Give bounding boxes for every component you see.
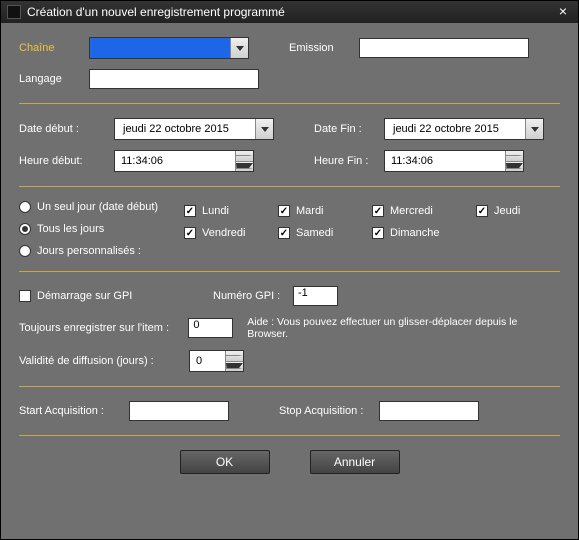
spin-down-button[interactable]	[225, 362, 243, 372]
langage-input[interactable]	[89, 69, 259, 89]
date-debut-label: Date début :	[19, 123, 114, 135]
close-button[interactable]: ×	[554, 4, 572, 20]
date-fin-label: Date Fin :	[314, 123, 384, 135]
radio-custom-label: Jours personnalisés :	[37, 245, 141, 257]
heure-fin-label: Heure Fin :	[314, 155, 384, 167]
heure-debut-spinner[interactable]: 11:34:06	[114, 150, 254, 172]
spin-up-button[interactable]	[225, 351, 243, 362]
gpi-num-label: Numéro GPI :	[213, 290, 293, 302]
check-samedi[interactable]: Samedi	[278, 227, 348, 239]
date-debut-picker[interactable]: jeudi 22 octobre 2015	[114, 118, 274, 140]
validity-label: Validité de diffusion (jours) :	[19, 355, 189, 367]
chevron-down-icon	[261, 127, 269, 132]
titlebar: Création d'un nouvel enregistrement prog…	[1, 1, 578, 23]
chaine-combo[interactable]	[89, 37, 249, 59]
divider-3	[19, 271, 560, 272]
spin-down-button[interactable]	[235, 162, 253, 172]
radio-every-day[interactable]: Tous les jours	[19, 223, 170, 235]
ok-button[interactable]: OK	[180, 450, 270, 474]
stop-acq-input[interactable]	[379, 401, 479, 421]
date-debut-button[interactable]	[255, 119, 273, 139]
stop-acq-label: Stop Acquisition :	[279, 405, 379, 417]
radio-every-day-label: Tous les jours	[37, 223, 104, 235]
chevron-down-icon	[236, 163, 253, 169]
check-gpi-start[interactable]: Démarrage sur GPI	[19, 290, 199, 302]
window-title: Création d'un nouvel enregistrement prog…	[27, 5, 554, 19]
emission-label: Emission	[289, 42, 359, 54]
chaine-selected	[90, 38, 230, 58]
chevron-up-icon	[506, 155, 523, 156]
chevron-down-icon	[506, 163, 523, 169]
chevron-down-icon	[531, 127, 539, 132]
start-acq-label: Start Acquisition :	[19, 405, 129, 417]
chevron-down-icon	[226, 363, 243, 369]
check-lundi[interactable]: Lundi	[184, 205, 254, 217]
chaine-label: Chaîne	[19, 42, 89, 54]
heure-debut-value: 11:34:06	[115, 155, 235, 167]
heure-fin-value: 11:34:06	[385, 155, 505, 167]
cancel-button[interactable]: Annuler	[310, 450, 400, 474]
radio-custom-days[interactable]: Jours personnalisés :	[19, 245, 170, 257]
validity-spinner[interactable]: 0	[189, 350, 244, 372]
heure-debut-label: Heure début:	[19, 155, 114, 167]
always-item-label: Toujours enregistrer sur l'item :	[19, 322, 188, 334]
date-fin-value: jeudi 22 octobre 2015	[385, 123, 525, 135]
check-jeudi[interactable]: Jeudi	[476, 205, 546, 217]
divider-2	[19, 186, 560, 187]
validity-value: 0	[190, 355, 225, 367]
chevron-up-icon	[236, 155, 253, 156]
gpi-num-input[interactable]: -1	[293, 286, 338, 306]
date-debut-value: jeudi 22 octobre 2015	[115, 123, 255, 135]
gpi-start-label: Démarrage sur GPI	[37, 290, 132, 302]
spin-up-button[interactable]	[505, 151, 523, 162]
date-fin-button[interactable]	[525, 119, 543, 139]
check-mercredi[interactable]: Mercredi	[372, 205, 452, 217]
chevron-down-icon	[236, 46, 244, 51]
always-item-input[interactable]: 0	[188, 318, 233, 338]
divider-5	[19, 435, 560, 436]
start-acq-input[interactable]	[129, 401, 229, 421]
divider-1	[19, 103, 560, 104]
heure-fin-spinner[interactable]: 11:34:06	[384, 150, 524, 172]
divider-4	[19, 386, 560, 387]
check-vendredi[interactable]: Vendredi	[184, 227, 254, 239]
help-text: Aide : Vous pouvez effectuer un glisser-…	[247, 316, 560, 340]
spin-up-button[interactable]	[235, 151, 253, 162]
radio-one-day[interactable]: Un seul jour (date début)	[19, 201, 170, 213]
radio-one-day-label: Un seul jour (date début)	[37, 201, 158, 213]
chevron-up-icon	[226, 355, 243, 356]
check-mardi[interactable]: Mardi	[278, 205, 348, 217]
emission-input[interactable]	[359, 38, 529, 58]
app-icon	[7, 5, 21, 19]
check-dimanche[interactable]: Dimanche	[372, 227, 452, 239]
langage-label: Langage	[19, 73, 89, 85]
chaine-dropdown-button[interactable]	[230, 38, 248, 58]
spin-down-button[interactable]	[505, 162, 523, 172]
date-fin-picker[interactable]: jeudi 22 octobre 2015	[384, 118, 544, 140]
